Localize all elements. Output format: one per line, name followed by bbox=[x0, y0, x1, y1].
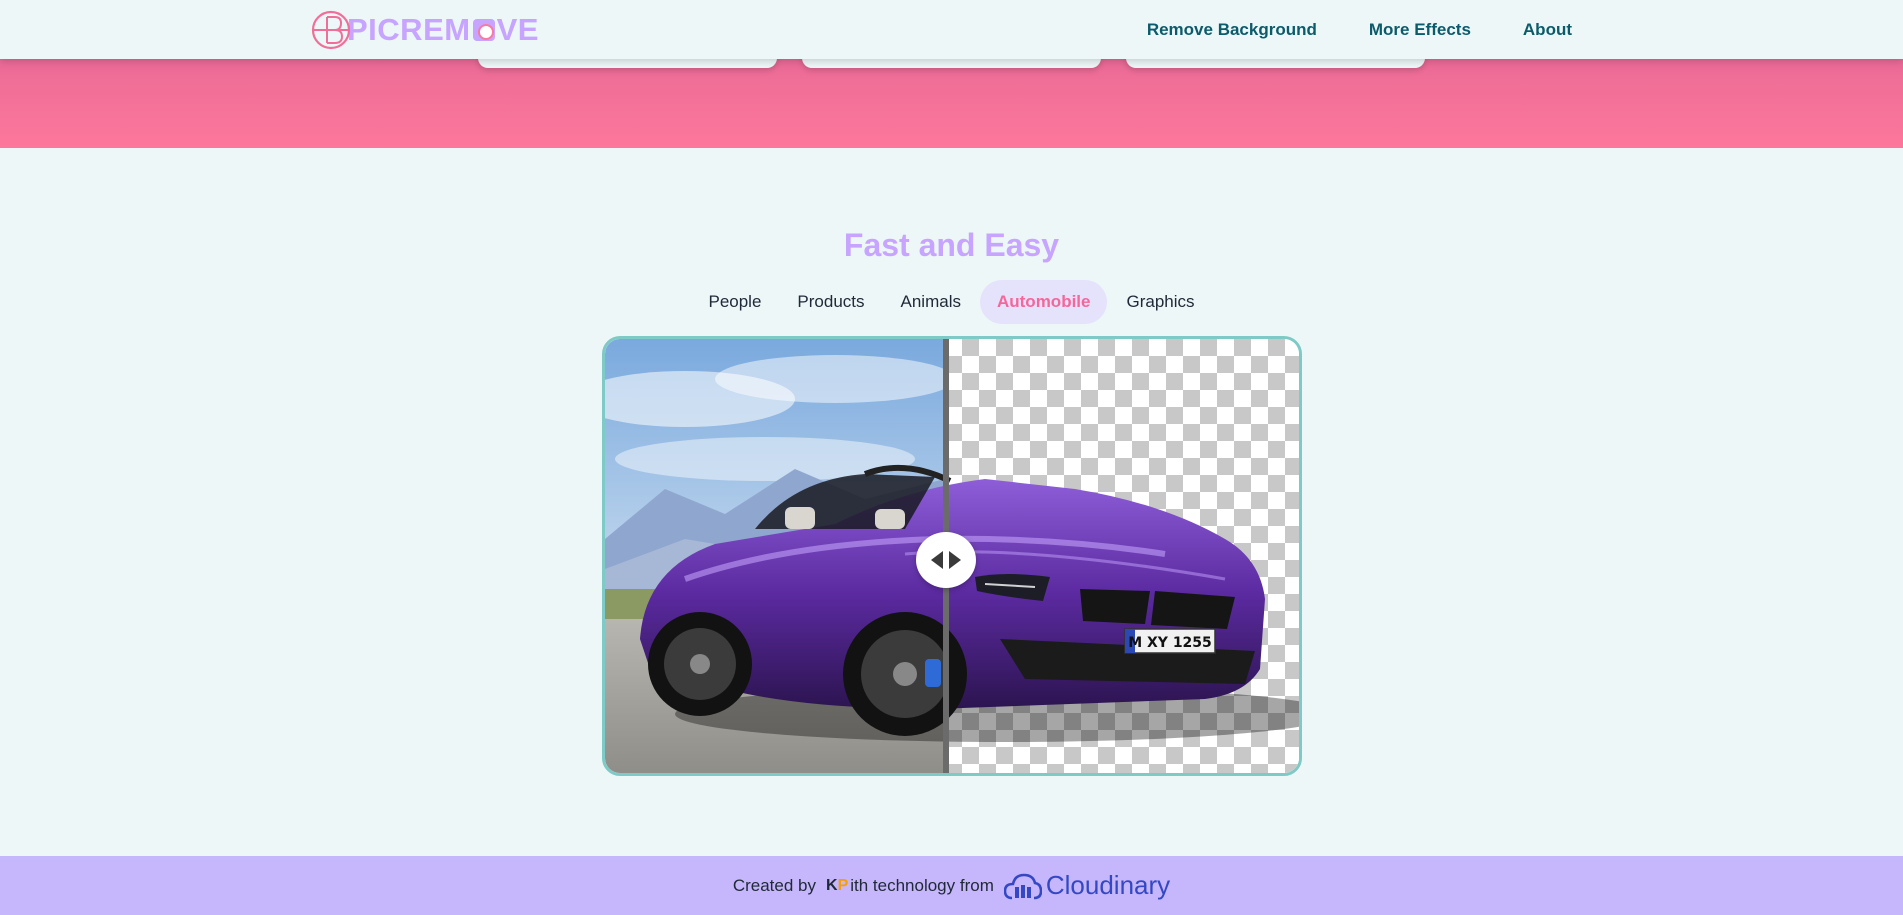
footer-with-tech: ith technology from bbox=[850, 875, 994, 895]
logo-wordmark: PICREM VE bbox=[347, 12, 539, 48]
tab-animals[interactable]: Animals bbox=[884, 280, 978, 324]
arrow-right-icon bbox=[949, 551, 961, 569]
nav-about[interactable]: About bbox=[1523, 20, 1572, 40]
logo[interactable]: PICREM VE bbox=[311, 10, 539, 50]
nav-remove-background[interactable]: Remove Background bbox=[1147, 20, 1317, 40]
footer-created-by: Created by bbox=[732, 875, 816, 895]
kp-logo[interactable]: KP bbox=[826, 877, 848, 895]
tab-graphics[interactable]: Graphics bbox=[1109, 280, 1211, 324]
nav-more-effects[interactable]: More Effects bbox=[1369, 20, 1471, 40]
license-plate-text: M XY 1255 bbox=[1128, 635, 1212, 651]
logo-o-icon bbox=[472, 19, 495, 41]
arrow-left-icon bbox=[931, 551, 943, 569]
kp-p: P bbox=[837, 876, 849, 894]
before-after-slider[interactable]: M XY 1255 bbox=[602, 336, 1302, 776]
slider-handle[interactable] bbox=[916, 532, 976, 588]
navbar: PICREM VE Remove Background More Effects… bbox=[0, 0, 1903, 59]
cloudinary-cloud-icon bbox=[1003, 873, 1042, 899]
tab-products[interactable]: Products bbox=[780, 280, 881, 324]
tab-people[interactable]: People bbox=[691, 280, 778, 324]
logo-text: PICREM bbox=[347, 12, 471, 47]
kp-k: K bbox=[826, 876, 838, 894]
category-tabs: People Products Animals Automobile Graph… bbox=[0, 280, 1903, 324]
tab-automobile[interactable]: Automobile bbox=[979, 280, 1108, 324]
logo-text-end: VE bbox=[496, 12, 539, 47]
cloudinary-link[interactable]: Cloudinary bbox=[1003, 870, 1171, 901]
section-title: Fast and Easy bbox=[843, 227, 1060, 263]
cloudinary-text: Cloudinary bbox=[1045, 870, 1171, 900]
logo-bg-icon bbox=[311, 10, 351, 50]
footer: Created by KP ith technology from Cloudi… bbox=[0, 856, 1903, 915]
nav-links: Remove Background More Effects About bbox=[1147, 0, 1572, 59]
